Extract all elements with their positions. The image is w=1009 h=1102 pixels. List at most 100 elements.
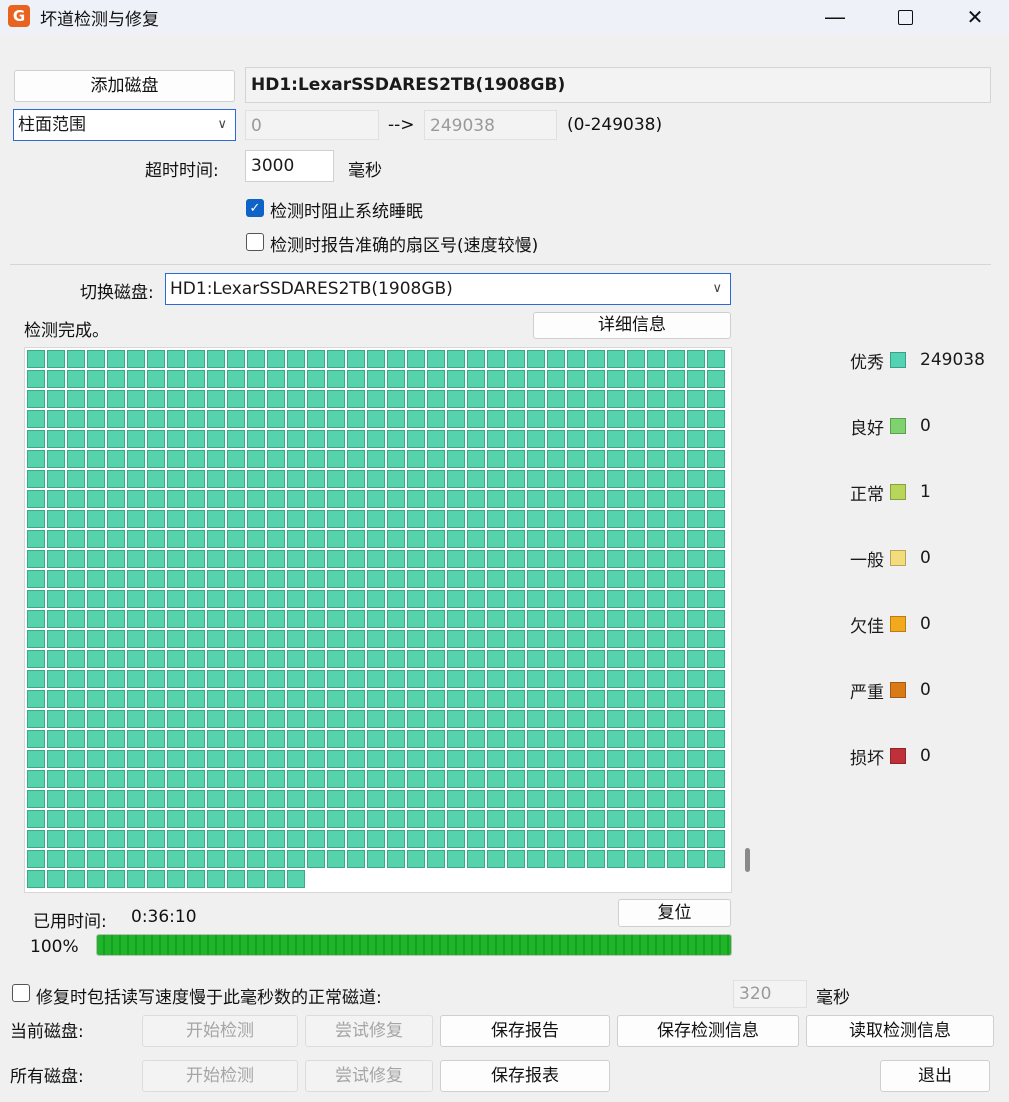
reset-button[interactable]: 复位 [618,899,731,927]
switch-disk-select[interactable]: HD1:LexarSSDARES2TB(1908GB) ∨ [165,273,731,305]
sector-cell [167,630,185,648]
sector-cell [587,470,605,488]
details-button[interactable]: 详细信息 [533,312,731,339]
grid-scrollbar-thumb[interactable] [745,848,750,872]
sector-cell [287,370,305,388]
sector-cell [507,470,525,488]
sector-cell [607,670,625,688]
sector-cell [47,370,65,388]
sector-cell [47,710,65,728]
save-report-button[interactable]: 保存报告 [440,1015,610,1047]
sector-cell [227,490,245,508]
sector-cell [367,450,385,468]
all-start-button[interactable]: 开始检测 [142,1060,298,1092]
sector-cell [527,850,545,868]
sector-cell [587,670,605,688]
sector-cell [627,770,645,788]
sector-cell [587,370,605,388]
sector-cell [507,370,525,388]
range-mode-select[interactable]: 柱面范围 ∨ [13,109,236,141]
sector-cell [407,750,425,768]
sector-cell [647,770,665,788]
sector-cell [407,770,425,788]
sector-cell [467,590,485,608]
sector-cell [387,790,405,808]
sector-cell [247,350,265,368]
legend-label: 损坏 [850,748,884,769]
sector-cell [587,750,605,768]
range-start-input[interactable]: 0 [245,110,379,140]
sector-cell [527,450,545,468]
save-table-button[interactable]: 保存报表 [440,1060,610,1092]
timeout-input[interactable]: 3000 [245,150,334,182]
legend-item: 欠佳 0 [850,612,1000,637]
sector-cell [547,650,565,668]
sector-cell [587,810,605,828]
repair-slow-checkbox[interactable] [12,984,30,1002]
sector-cell [327,690,345,708]
prevent-sleep-label: 检测时阻止系统睡眠 [270,202,423,222]
sector-cell [127,690,145,708]
sector-cell [327,750,345,768]
close-icon[interactable]: ✕ [952,0,998,34]
sector-cell [187,690,205,708]
add-disk-button[interactable]: 添加磁盘 [14,70,235,102]
sector-cell [507,390,525,408]
sector-cell [167,650,185,668]
range-end-input[interactable]: 249038 [424,110,557,140]
disk-name-display: HD1:LexarSSDARES2TB(1908GB) [245,67,991,103]
sector-cell [107,450,125,468]
all-try-repair-button[interactable]: 尝试修复 [305,1060,433,1092]
minimize-icon[interactable]: ― [812,0,858,34]
sector-cell [507,410,525,428]
sector-cell [127,490,145,508]
current-try-repair-button[interactable]: 尝试修复 [305,1015,433,1047]
save-info-button[interactable]: 保存检测信息 [617,1015,799,1047]
sector-cell [447,450,465,468]
sector-cell [107,490,125,508]
sector-cell [267,350,285,368]
sector-cell [347,630,365,648]
sector-cell [167,790,185,808]
sector-cell [627,450,645,468]
sector-cell [387,490,405,508]
sector-cell [667,730,685,748]
sector-cell [167,470,185,488]
sector-cell [467,350,485,368]
sector-cell [287,770,305,788]
repair-slow-input[interactable]: 320 [733,980,807,1008]
sector-cell [127,430,145,448]
elapsed-value: 0:36:10 [131,907,197,927]
sector-cell [307,650,325,668]
sector-cell [287,530,305,548]
sector-cell [447,610,465,628]
sector-cell [287,410,305,428]
sector-cell [327,810,345,828]
prevent-sleep-checkbox[interactable]: ✓ [246,199,264,217]
sector-cell [107,770,125,788]
sector-cell [707,810,725,828]
sector-cell [547,830,565,848]
sector-cell [267,630,285,648]
sector-cell [227,630,245,648]
sector-cell [407,450,425,468]
current-start-button[interactable]: 开始检测 [142,1015,298,1047]
sector-cell [687,590,705,608]
sector-cell [587,350,605,368]
sector-cell [27,790,45,808]
exit-button[interactable]: 退出 [880,1060,990,1092]
sector-cell [207,510,225,528]
range-arrow: --> [388,115,415,135]
load-info-button[interactable]: 读取检测信息 [806,1015,994,1047]
sector-cell [707,850,725,868]
exact-sector-checkbox[interactable] [246,233,264,251]
maximize-icon[interactable] [882,0,928,34]
sector-cell [627,810,645,828]
sector-cell [287,850,305,868]
sector-cell [707,450,725,468]
sector-cell [307,350,325,368]
sector-cell [507,750,525,768]
sector-cell [227,650,245,668]
sector-cell [307,370,325,388]
sector-cell [367,810,385,828]
